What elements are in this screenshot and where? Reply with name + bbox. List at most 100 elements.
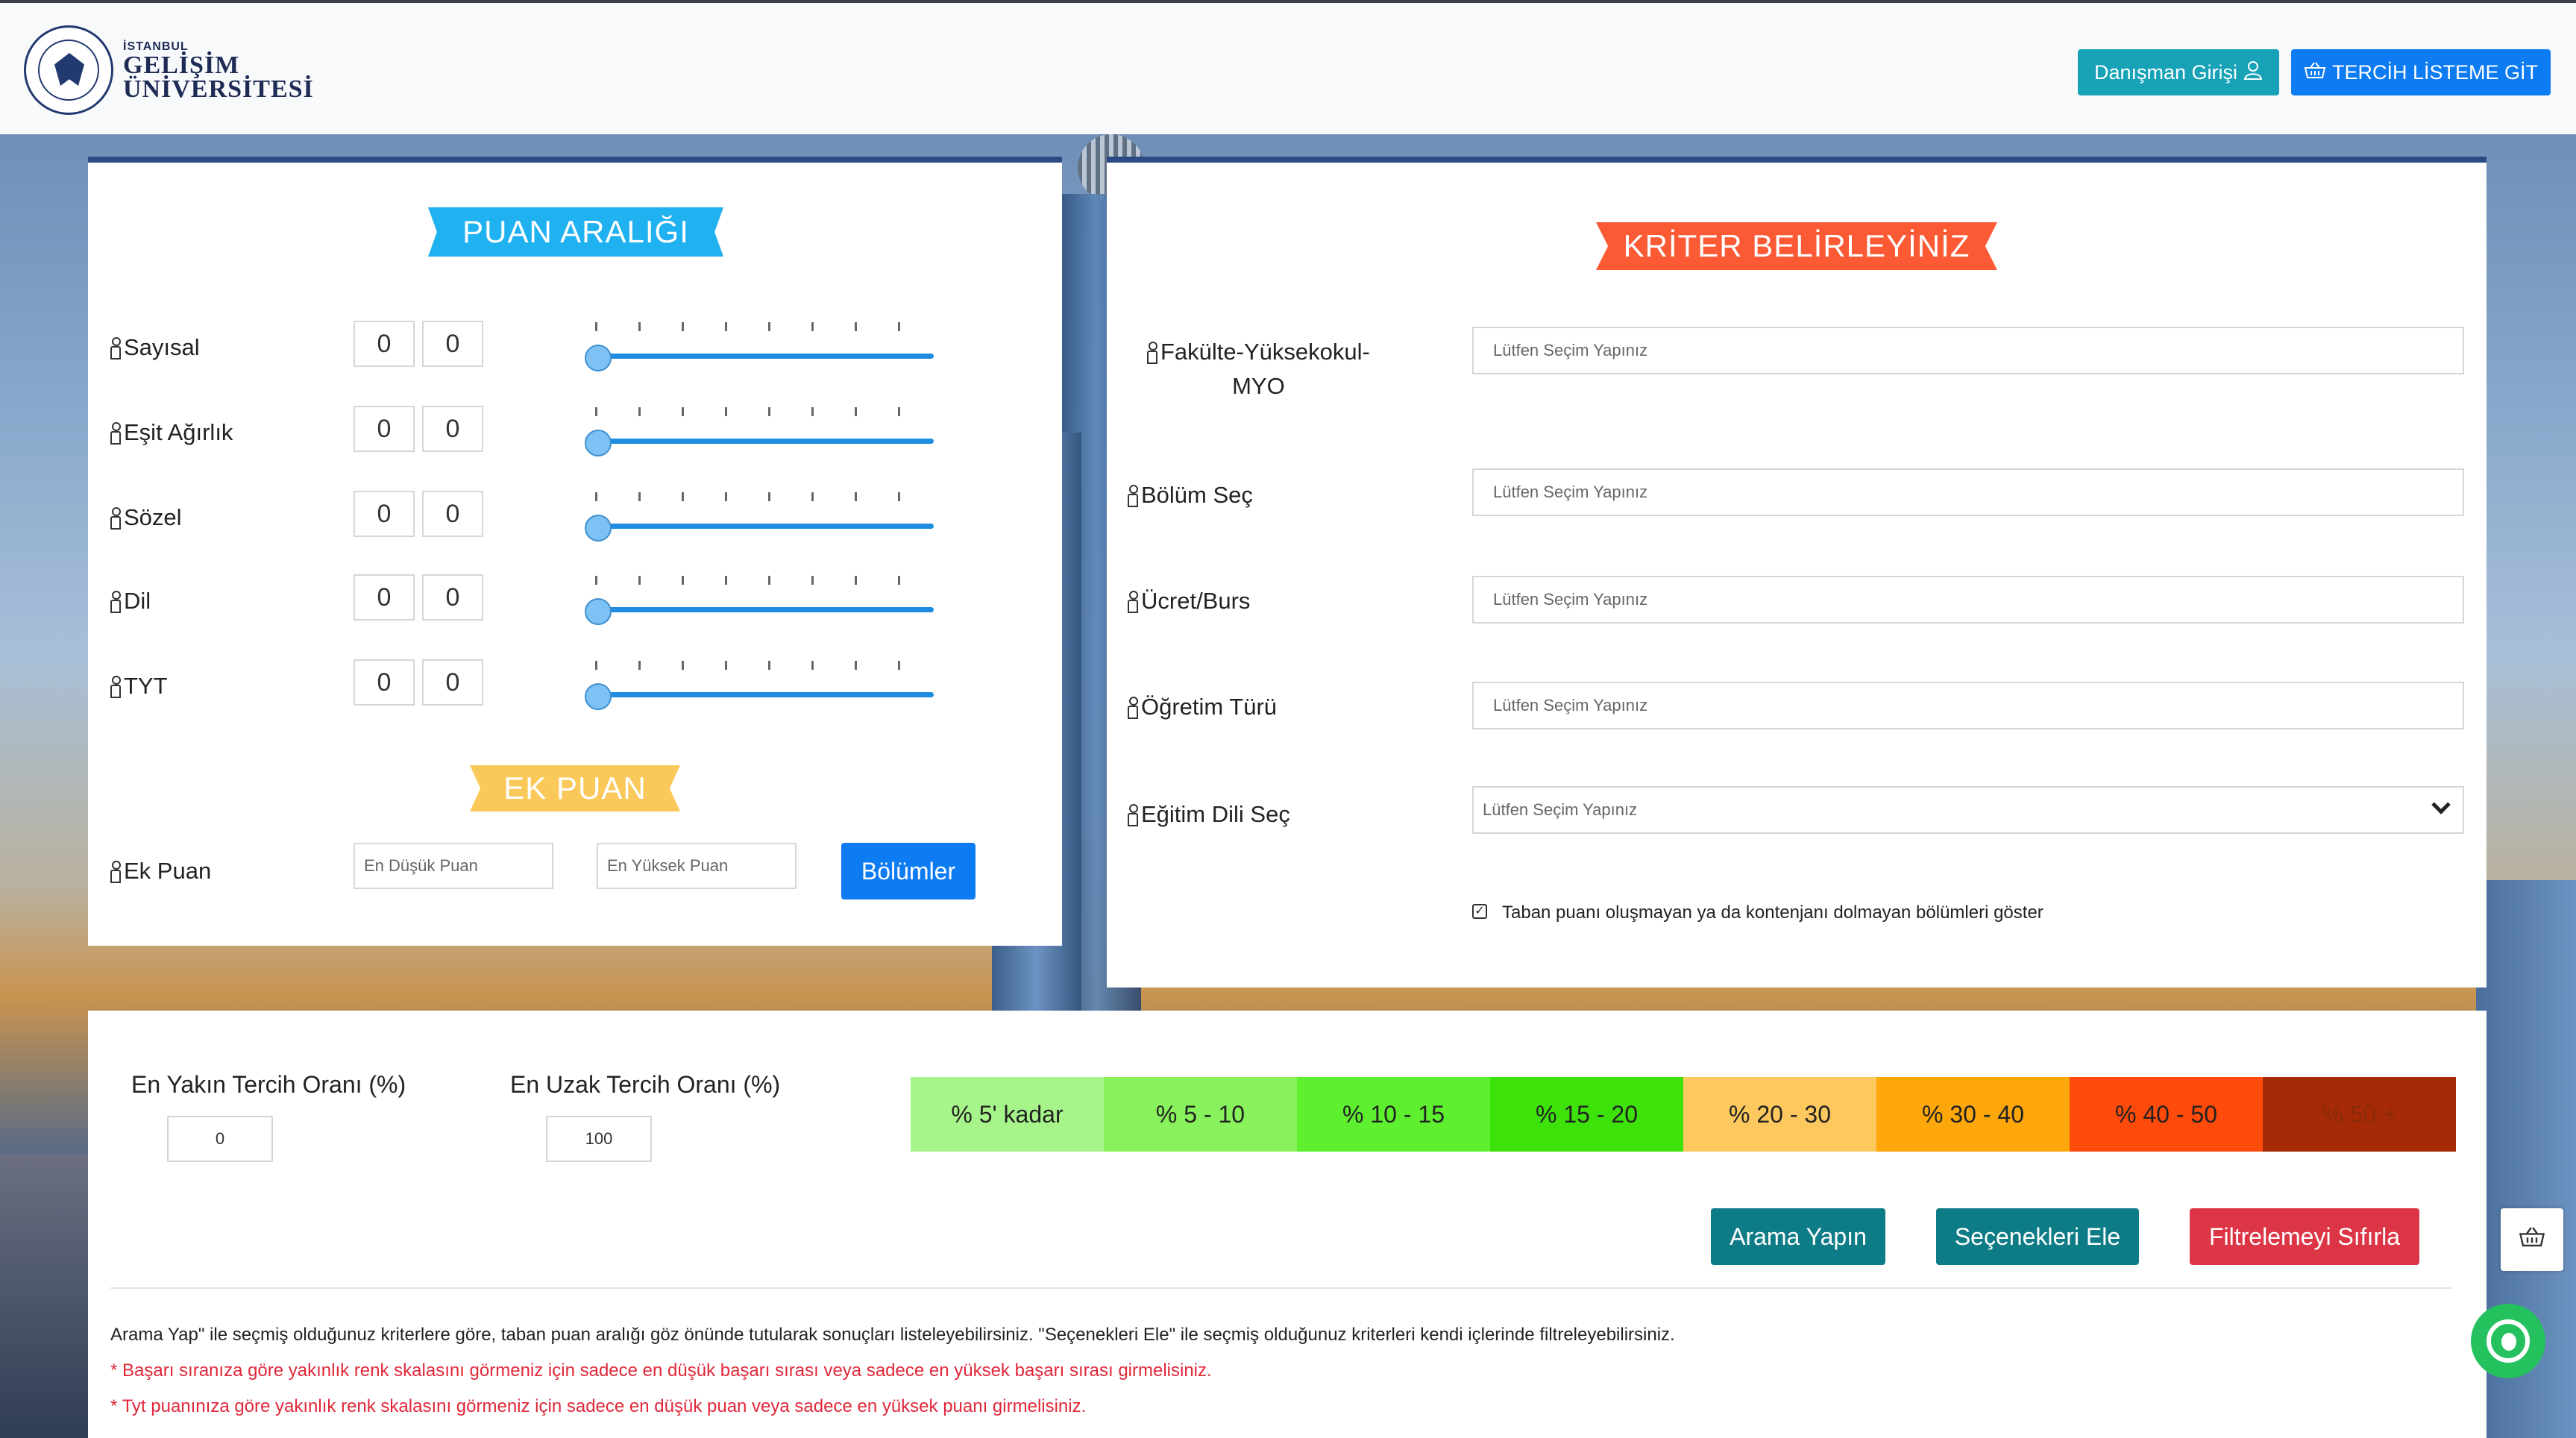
score-max-input[interactable]: 0 bbox=[422, 491, 483, 537]
bolum-select[interactable]: Lütfen Seçim Yapınız bbox=[1472, 468, 2464, 516]
slider-tick bbox=[682, 492, 684, 501]
scale-segment: % 15 - 20 bbox=[1490, 1077, 1683, 1152]
slider-tick bbox=[855, 492, 857, 501]
slider-handle[interactable] bbox=[585, 598, 612, 625]
score-label-esit-agirlik: Eşit Ağırlık bbox=[110, 419, 233, 446]
slider-handle[interactable] bbox=[585, 683, 612, 710]
warning-note: * Başarı sıranıza göre yakınlık renk ska… bbox=[110, 1360, 1212, 1381]
score-slider[interactable] bbox=[585, 661, 934, 713]
scale-segment: % 50 + bbox=[2263, 1077, 2456, 1152]
slider-tick bbox=[768, 576, 770, 585]
slider-tick bbox=[811, 576, 814, 585]
slider-tick bbox=[898, 576, 900, 585]
person-icon bbox=[110, 676, 121, 698]
basket-icon bbox=[2519, 1225, 2545, 1254]
taban-puani-checkbox[interactable]: ✓ bbox=[1472, 904, 1487, 919]
slider-tick bbox=[855, 661, 857, 670]
bolum-label: Bölüm Seç bbox=[1128, 482, 1253, 509]
whatsapp-button[interactable] bbox=[2471, 1304, 2545, 1378]
ek-puan-min-input[interactable]: En Düşük Puan bbox=[354, 843, 553, 889]
slider-tick bbox=[855, 576, 857, 585]
slider-tick bbox=[638, 576, 641, 585]
slider-tick bbox=[855, 322, 857, 331]
egitim-dili-label: Eğitim Dili Seç bbox=[1128, 801, 1290, 828]
score-label-sozel: Sözel bbox=[110, 504, 182, 531]
score-slider[interactable] bbox=[585, 576, 934, 628]
chevron-down-icon bbox=[2431, 795, 2451, 814]
slider-handle[interactable] bbox=[585, 430, 612, 456]
danisman-login-button[interactable]: Danışman Girişi bbox=[2078, 49, 2279, 95]
slider-tick bbox=[595, 322, 597, 331]
score-min-input[interactable]: 0 bbox=[354, 321, 415, 367]
person-icon bbox=[1147, 342, 1157, 364]
person-icon bbox=[110, 507, 121, 530]
score-slider[interactable] bbox=[585, 492, 934, 544]
score-max-input[interactable]: 0 bbox=[422, 574, 483, 621]
puan-araligi-title: PUAN ARALIĞI bbox=[428, 207, 723, 257]
score-min-input[interactable]: 0 bbox=[354, 659, 415, 706]
slider-tick bbox=[682, 322, 684, 331]
university-seal-logo[interactable] bbox=[24, 25, 113, 115]
slider-tick bbox=[595, 576, 597, 585]
slider-tick bbox=[898, 661, 900, 670]
person-icon bbox=[110, 861, 121, 883]
puan-araligi-panel bbox=[88, 157, 1062, 946]
slider-tick bbox=[682, 576, 684, 585]
scale-segment: % 5' kadar bbox=[911, 1077, 1104, 1152]
slider-tick bbox=[638, 322, 641, 331]
ek-puan-label: Ek Puan bbox=[110, 858, 211, 885]
slider-tick bbox=[725, 576, 727, 585]
ek-puan-max-input[interactable]: En Yüksek Puan bbox=[597, 843, 797, 889]
info-note: Arama Yap" ile seçmiş olduğunuz kriterle… bbox=[110, 1325, 1675, 1345]
slider-handle[interactable] bbox=[585, 515, 612, 541]
scale-segment: % 20 - 30 bbox=[1683, 1077, 1876, 1152]
secenekleri-ele-button[interactable]: Seçenekleri Ele bbox=[1936, 1208, 2139, 1265]
ucret-burs-select[interactable]: Lütfen Seçim Yapınız bbox=[1472, 576, 2464, 624]
egitim-dili-dropdown[interactable]: Lütfen Seçim Yapınız bbox=[1472, 786, 2464, 834]
score-min-input[interactable]: 0 bbox=[354, 491, 415, 537]
warning-note: * Tyt puanınıza göre yakınlık renk skala… bbox=[110, 1396, 1087, 1416]
person-icon bbox=[1128, 697, 1138, 719]
score-min-input[interactable]: 0 bbox=[354, 574, 415, 621]
slider-tick bbox=[768, 492, 770, 501]
ek-puan-title: EK PUAN bbox=[470, 765, 680, 811]
scale-segment: % 10 - 15 bbox=[1297, 1077, 1490, 1152]
slider-tick bbox=[768, 407, 770, 416]
bolumler-button[interactable]: Bölümler bbox=[841, 843, 976, 899]
slider-handle[interactable] bbox=[585, 345, 612, 371]
score-min-input[interactable]: 0 bbox=[354, 406, 415, 452]
fakulte-select[interactable]: Lütfen Seçim Yapınız bbox=[1472, 327, 2464, 374]
slider-tick bbox=[898, 407, 900, 416]
tercih-list-button[interactable]: TERCİH LİSTEME GİT bbox=[2291, 49, 2551, 95]
uzak-tercih-input[interactable]: 100 bbox=[546, 1116, 652, 1162]
slider-tick bbox=[725, 407, 727, 416]
slider-tick bbox=[768, 322, 770, 331]
proximity-color-scale: % 5' kadar % 5 - 10 % 10 - 15 % 15 - 20 … bbox=[911, 1077, 2456, 1152]
slider-tick bbox=[898, 492, 900, 501]
slider-tick bbox=[638, 492, 641, 501]
slider-tick bbox=[811, 322, 814, 331]
kriter-panel bbox=[1107, 157, 2487, 988]
filtrelemeyi-sifirla-button[interactable]: Filtrelemeyi Sıfırla bbox=[2190, 1208, 2419, 1265]
person-icon bbox=[110, 591, 121, 613]
arama-yapin-button[interactable]: Arama Yapın bbox=[1711, 1208, 1885, 1265]
university-name-logo[interactable]: İSTANBUL GELİŞİM ÜNİVERSİTESİ bbox=[123, 40, 314, 102]
score-max-input[interactable]: 0 bbox=[422, 321, 483, 367]
slider-tick bbox=[595, 492, 597, 501]
person-icon bbox=[110, 422, 121, 445]
floating-basket-button[interactable] bbox=[2501, 1208, 2563, 1271]
score-label-dil: Dil bbox=[110, 588, 151, 615]
slider-tick bbox=[725, 492, 727, 501]
score-slider[interactable] bbox=[585, 407, 934, 459]
score-max-input[interactable]: 0 bbox=[422, 406, 483, 452]
slider-tick bbox=[811, 661, 814, 670]
yakin-tercih-input[interactable]: 0 bbox=[167, 1116, 273, 1162]
score-slider[interactable] bbox=[585, 322, 934, 374]
slider-tick bbox=[725, 322, 727, 331]
slider-tick bbox=[682, 407, 684, 416]
top-navbar: İSTANBUL GELİŞİM ÜNİVERSİTESİ Danışman G… bbox=[0, 0, 2576, 134]
score-max-input[interactable]: 0 bbox=[422, 659, 483, 706]
slider-tick bbox=[595, 661, 597, 670]
slider-tick bbox=[638, 661, 641, 670]
ogretim-turu-select[interactable]: Lütfen Seçim Yapınız bbox=[1472, 682, 2464, 729]
